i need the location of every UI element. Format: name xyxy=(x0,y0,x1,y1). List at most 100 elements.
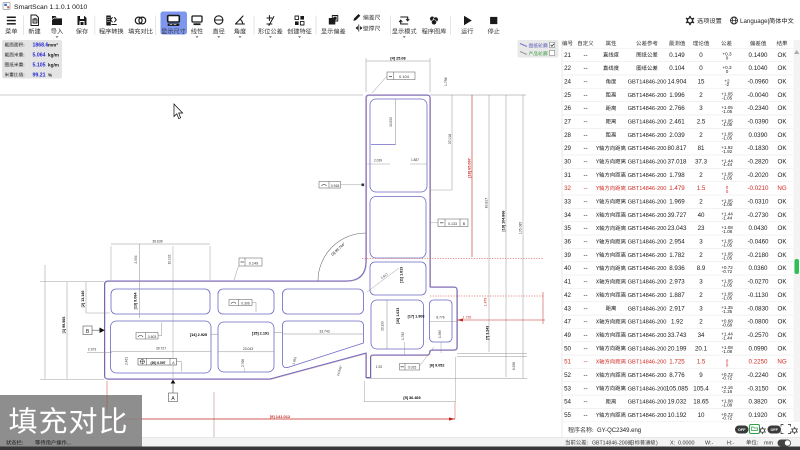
svg-text:GBT14846-200: GBT14846-200 xyxy=(628,226,667,232)
svg-text:OK: OK xyxy=(778,225,788,232)
svg-text:1.479: 1.479 xyxy=(484,298,488,307)
svg-text:OK: OK xyxy=(778,319,788,326)
svg-text:--: -- xyxy=(583,399,587,406)
svg-text:kg/m: kg/m xyxy=(48,62,59,67)
svg-text:0.0360: 0.0360 xyxy=(749,265,768,272)
svg-text:14.904: 14.904 xyxy=(668,78,687,85)
svg-text:31: 31 xyxy=(564,172,571,179)
svg-text:-2: -2 xyxy=(725,82,730,87)
svg-text:1.887: 1.887 xyxy=(669,292,685,299)
svg-text:GBT14846-200: GBT14846-200 xyxy=(628,306,667,312)
svg-text:OK: OK xyxy=(778,199,788,206)
svg-text:37.018: 37.018 xyxy=(668,159,687,166)
svg-text:81: 81 xyxy=(698,145,705,152)
svg-text:37.3: 37.3 xyxy=(695,159,708,166)
svg-text:-1.05: -1.05 xyxy=(722,202,733,207)
svg-text:GBT14846-200: GBT14846-200 xyxy=(628,133,667,139)
svg-text:0.149: 0.149 xyxy=(249,261,259,265)
svg-text:3: 3 xyxy=(699,239,703,246)
svg-text:-1.08: -1.08 xyxy=(722,349,733,354)
svg-text:0.133: 0.133 xyxy=(448,222,457,226)
svg-text:39.639: 39.639 xyxy=(152,240,162,244)
svg-text:1.5: 1.5 xyxy=(697,359,706,366)
svg-text:-1.05: -1.05 xyxy=(722,282,733,287)
svg-text:-2.16: -2.16 xyxy=(722,389,733,394)
svg-text:39.727: 39.727 xyxy=(668,212,687,219)
svg-text:OK: OK xyxy=(778,252,788,259)
svg-text:2.917: 2.917 xyxy=(669,305,685,312)
svg-text:0.918: 0.918 xyxy=(331,184,340,188)
svg-text:40: 40 xyxy=(698,212,705,219)
svg-text:GBT14846-200: GBT14846-200 xyxy=(628,400,667,406)
svg-text:Language|: Language| xyxy=(740,18,770,25)
svg-text:28: 28 xyxy=(564,132,571,139)
svg-text:W:-: W:- xyxy=(705,440,713,446)
svg-text:47: 47 xyxy=(564,319,571,326)
svg-text:23.043: 23.043 xyxy=(243,347,253,351)
svg-text:[5] 36.469: [5] 36.469 xyxy=(403,396,420,400)
svg-text:51: 51 xyxy=(564,359,571,366)
svg-text:[14] 2.925: [14] 2.925 xyxy=(190,333,207,337)
svg-text:[6] 9.052: [6] 9.052 xyxy=(430,364,445,368)
svg-text:OK: OK xyxy=(778,372,788,379)
svg-text:19.032: 19.032 xyxy=(668,399,687,406)
svg-text:[16] 1.633: [16] 1.633 xyxy=(396,308,400,324)
svg-text:0.015: 0.015 xyxy=(408,365,417,369)
svg-text:99.21: 99.21 xyxy=(33,72,46,78)
svg-text:OK: OK xyxy=(778,105,788,112)
svg-text:-0.0310: -0.0310 xyxy=(748,199,770,206)
svg-text:--: -- xyxy=(583,65,587,72)
svg-text:35: 35 xyxy=(564,225,571,232)
svg-text:8.776: 8.776 xyxy=(669,372,685,379)
svg-text:-0.68: -0.68 xyxy=(722,322,733,327)
svg-text:0: 0 xyxy=(699,65,703,72)
svg-text:[18] 65.097: [18] 65.097 xyxy=(467,158,471,177)
svg-text:GBT14846-200: GBT14846-200 xyxy=(628,79,667,85)
svg-text:1.5: 1.5 xyxy=(697,185,706,192)
svg-text:2.973: 2.973 xyxy=(88,348,97,352)
svg-text:3: 3 xyxy=(699,105,703,112)
svg-text:0: 0 xyxy=(726,362,729,367)
svg-text:0.3820: 0.3820 xyxy=(749,399,768,406)
svg-text:OK: OK xyxy=(778,239,788,246)
svg-text:5.064: 5.064 xyxy=(33,52,46,58)
svg-text:--: -- xyxy=(583,92,587,99)
svg-text:20.1: 20.1 xyxy=(695,345,708,352)
svg-text:--: -- xyxy=(583,119,587,126)
svg-text:[13] 9.064: [13] 9.064 xyxy=(134,292,138,310)
svg-text:GBT14846-2008(: GBT14846-2008( xyxy=(592,440,632,446)
svg-text:): ) xyxy=(656,440,658,446)
svg-text:2.973: 2.973 xyxy=(669,279,685,286)
svg-text:OK: OK xyxy=(778,332,788,339)
svg-text:22: 22 xyxy=(564,65,571,72)
svg-text:34: 34 xyxy=(698,332,705,339)
svg-text:SmartScan 1.1.0.1 0010: SmartScan 1.1.0.1 0010 xyxy=(14,4,88,11)
svg-text:GY-QC2349.eng: GY-QC2349.eng xyxy=(597,428,641,434)
svg-text:-1.05: -1.05 xyxy=(722,242,733,247)
svg-text:--: -- xyxy=(583,279,587,286)
svg-text:50: 50 xyxy=(564,345,571,352)
svg-text:kg/m: kg/m xyxy=(48,52,59,57)
svg-text:OFF: OFF xyxy=(771,428,779,432)
svg-text:105.4: 105.4 xyxy=(693,385,709,392)
svg-text:[9] 141.012: [9] 141.012 xyxy=(270,414,291,419)
svg-text:52: 52 xyxy=(564,372,571,379)
svg-text:GBT14846-200: GBT14846-200 xyxy=(628,213,667,219)
svg-text:53: 53 xyxy=(564,385,571,392)
svg-text:19.052: 19.052 xyxy=(389,117,393,127)
svg-text:1.887: 1.887 xyxy=(411,158,419,162)
svg-text:-0.2340: -0.2340 xyxy=(748,105,770,112)
svg-text:23.043: 23.043 xyxy=(668,225,687,232)
svg-text:26: 26 xyxy=(564,105,571,112)
svg-text:2.461: 2.461 xyxy=(669,119,685,126)
svg-text:1.798: 1.798 xyxy=(669,172,685,179)
svg-text:1.798: 1.798 xyxy=(444,77,448,86)
svg-text:18.65: 18.65 xyxy=(693,399,709,406)
svg-text:20.199: 20.199 xyxy=(668,345,687,352)
svg-text:43: 43 xyxy=(564,305,571,312)
svg-text:32: 32 xyxy=(564,185,571,192)
svg-text:GBT14846-200: GBT14846-200 xyxy=(628,413,667,419)
svg-text:-1.05: -1.05 xyxy=(722,296,733,301)
svg-text:8.9: 8.9 xyxy=(697,265,706,272)
svg-text:OK: OK xyxy=(778,132,788,139)
